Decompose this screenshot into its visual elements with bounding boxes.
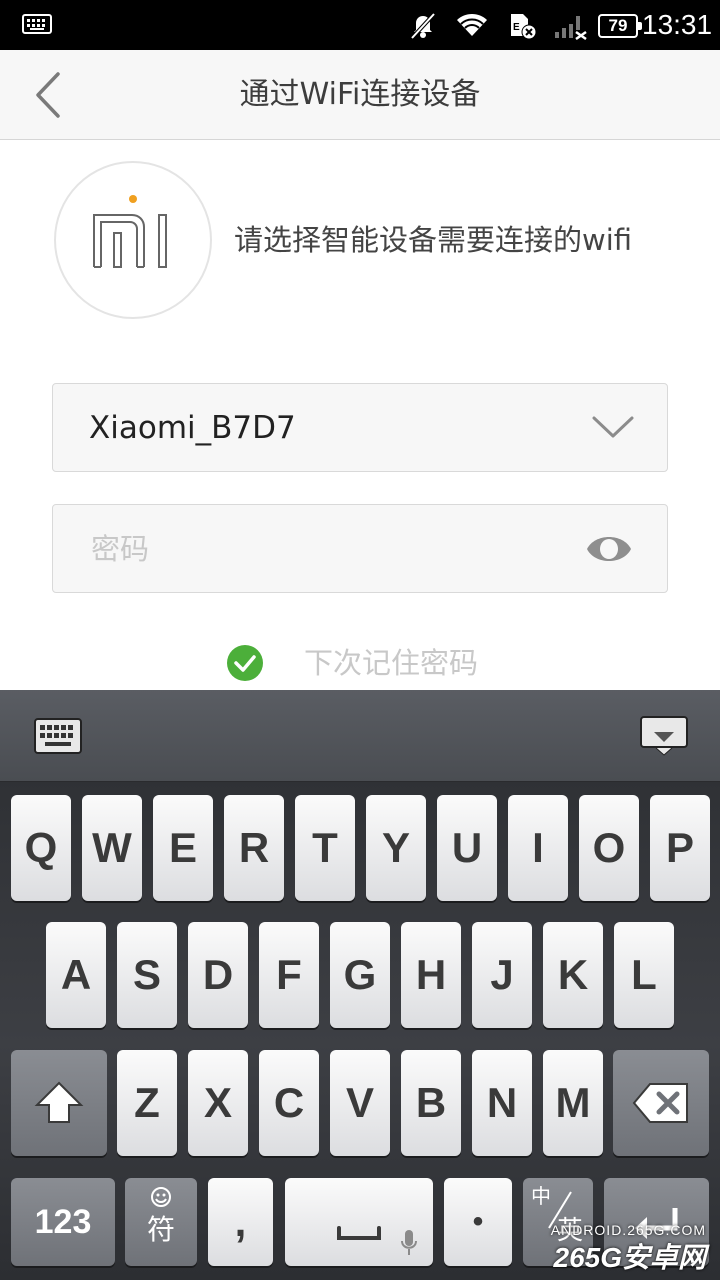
key-o[interactable]: O [579, 795, 639, 901]
key-i[interactable]: I [508, 795, 568, 901]
key-label: X [203, 1079, 232, 1126]
muted-bell-icon [410, 12, 436, 40]
sim-error-icon: E [511, 14, 537, 40]
comma-key[interactable]: , [208, 1178, 273, 1266]
key-label: E [168, 824, 197, 871]
key-label: J [490, 951, 514, 998]
back-button[interactable] [22, 68, 76, 122]
space-bar-icon [337, 1226, 381, 1240]
key-label: A [60, 951, 92, 998]
key-label: 123 [34, 1203, 92, 1241]
key-label: I [532, 824, 544, 871]
cell-signal-icon [555, 16, 587, 40]
key-label: T [312, 824, 338, 871]
eye-icon[interactable] [585, 529, 633, 569]
key-label: Q [24, 824, 58, 871]
keyboard-toolbar [0, 690, 720, 782]
password-field [52, 504, 668, 593]
shift-key[interactable] [11, 1050, 107, 1156]
key-label: B [415, 1079, 447, 1126]
key-k[interactable]: K [543, 922, 603, 1028]
key-v[interactable]: V [330, 1050, 390, 1156]
key-label: G [343, 951, 377, 998]
key-label: H [415, 951, 447, 998]
key-r[interactable]: R [224, 795, 284, 901]
status-clock: 13:31 [642, 9, 713, 40]
key-label: R [238, 824, 270, 871]
key-a[interactable]: A [46, 922, 106, 1028]
connect-instruction: 请选择智能设备需要连接的wifi [234, 223, 633, 257]
period-key[interactable]: • [444, 1178, 512, 1266]
key-s[interactable]: S [117, 922, 177, 1028]
key-e[interactable]: E [153, 795, 213, 901]
key-g[interactable]: G [330, 922, 390, 1028]
title-bar: 通过WiFi连接设备 [0, 50, 720, 140]
key-b[interactable]: B [401, 1050, 461, 1156]
soft-keyboard: Q W E R T Y U I O P A S D F G H J K L Z … [0, 690, 720, 1280]
key-label: Z [134, 1079, 160, 1126]
wifi-network-select[interactable]: Xiaomi_B7D7 [52, 383, 668, 472]
key-label: C [273, 1079, 305, 1126]
key-w[interactable]: W [82, 795, 142, 901]
password-input[interactable] [89, 519, 569, 579]
symbols-key[interactable]: 符 [125, 1178, 197, 1266]
key-label: L [631, 951, 657, 998]
key-h[interactable]: H [401, 922, 461, 1028]
key-label: N [486, 1079, 518, 1126]
page-title: 通过WiFi连接设备 [239, 77, 481, 112]
key-label: 符 [146, 1213, 175, 1246]
site-watermark: ANDROID.265G.COM 265G安卓网 [520, 1222, 720, 1278]
key-label: V [345, 1079, 374, 1126]
key-label: O [592, 824, 626, 871]
mi-logo-icon [93, 195, 167, 268]
emoji-icon [151, 1187, 171, 1207]
remember-password-label: 下次记住密码 [304, 646, 479, 680]
key-t[interactable]: T [295, 795, 355, 901]
key-label: D [202, 951, 234, 998]
keyboard-notification-icon [22, 14, 52, 34]
remember-checkbox[interactable] [226, 644, 264, 682]
numbers-key[interactable]: 123 [11, 1178, 115, 1266]
key-m[interactable]: M [543, 1050, 603, 1156]
back-arrow-icon [36, 72, 60, 118]
battery-indicator: 79 [598, 14, 642, 38]
backspace-key[interactable] [613, 1050, 709, 1156]
key-n[interactable]: N [472, 1050, 532, 1156]
key-label: S [132, 951, 161, 998]
backspace-icon [632, 1083, 688, 1123]
space-key[interactable] [285, 1178, 433, 1266]
key-z[interactable]: Z [117, 1050, 177, 1156]
key-label: Y [381, 824, 410, 871]
keyboard-switch-icon[interactable] [34, 718, 82, 754]
key-label: K [557, 951, 589, 998]
key-d[interactable]: D [188, 922, 248, 1028]
key-y[interactable]: Y [366, 795, 426, 901]
chevron-down-icon [592, 416, 634, 438]
key-label: P [665, 824, 694, 871]
key-u[interactable]: U [437, 795, 497, 901]
mi-logo [54, 161, 212, 319]
wifi-signal-icon [457, 14, 487, 36]
svg-text:E: E [513, 22, 520, 33]
key-q[interactable]: Q [11, 795, 71, 901]
status-bar: E 79 13:31 [0, 0, 720, 50]
hide-keyboard-icon[interactable] [640, 716, 688, 756]
key-j[interactable]: J [472, 922, 532, 1028]
key-f[interactable]: F [259, 922, 319, 1028]
watermark-brand: 265G安卓网 [553, 1242, 707, 1273]
key-p[interactable]: P [650, 795, 710, 901]
microphone-icon [401, 1230, 417, 1255]
key-c[interactable]: C [259, 1050, 319, 1156]
key-label: U [451, 824, 483, 871]
key-x[interactable]: X [188, 1050, 248, 1156]
key-label: M [555, 1079, 591, 1126]
key-l[interactable]: L [614, 922, 674, 1028]
key-label: W [92, 824, 132, 871]
key-label: F [276, 951, 302, 998]
selected-wifi-name: Xiaomi_B7D7 [89, 410, 296, 446]
key-label: • [472, 1205, 484, 1238]
key-label: , [234, 1198, 247, 1245]
shift-arrow-icon [34, 1081, 84, 1123]
